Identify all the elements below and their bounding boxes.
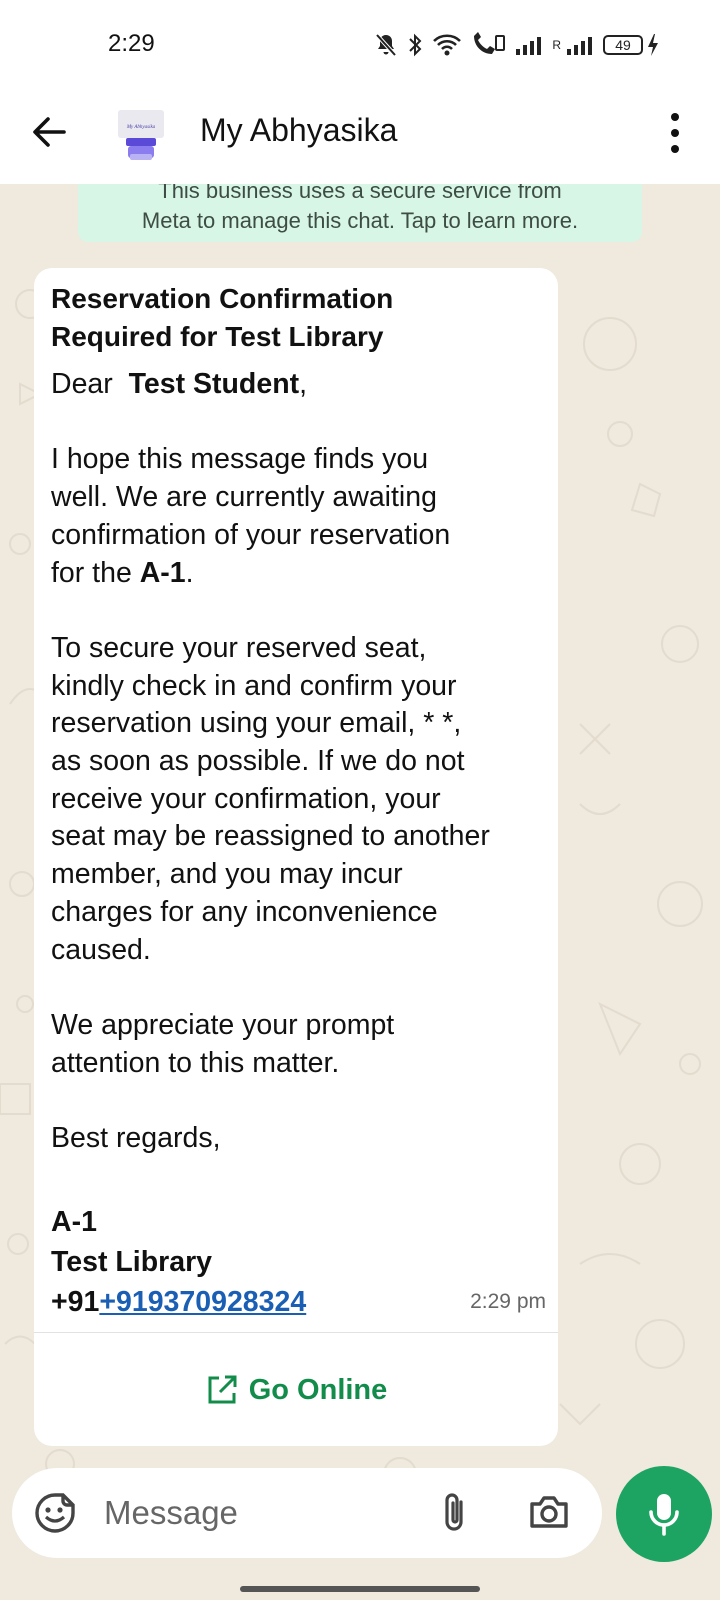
signature: A-1 Test Library +91+919370928324 <box>51 1202 531 1322</box>
body-line: for the A-1. <box>51 555 551 593</box>
student-name: Test Student <box>128 368 300 400</box>
message-body: Dear Test Student, I hope this message f… <box>51 366 551 1158</box>
message-title-line: Reservation Confirmation <box>51 283 394 314</box>
avatar[interactable]: My Abhyasika <box>116 108 166 162</box>
body-line: attention to this matter. <box>51 1046 340 1079</box>
camera-icon[interactable] <box>528 1492 570 1532</box>
message-title: Reservation Confirmation Required for Te… <box>51 280 531 356</box>
avatar-logo-text: My Abhyasika <box>126 125 156 130</box>
notice-line-2: Meta to manage this chat. Tap to learn m… <box>141 208 579 233</box>
sticker-icon[interactable] <box>34 1492 76 1534</box>
gesture-handle[interactable] <box>240 1586 480 1592</box>
phone-link[interactable]: +919370928324 <box>99 1286 306 1318</box>
closing-line: Best regards, <box>51 1122 221 1154</box>
mic-button[interactable] <box>616 1466 712 1562</box>
seat-label: A-1 <box>139 556 186 589</box>
signal-icon <box>516 37 542 55</box>
message-bubble[interactable]: Reservation Confirmation Required for Te… <box>34 268 558 1446</box>
back-arrow-icon[interactable] <box>28 110 72 154</box>
chat-area[interactable]: This business uses a secure service from… <box>0 184 720 1580</box>
battery-level: 49 <box>603 35 643 55</box>
chat-title[interactable]: My Abhyasika <box>200 112 397 149</box>
encryption-notice[interactable]: This business uses a secure service from… <box>78 184 642 242</box>
chat-header: My Abhyasika My Abhyasika <box>0 90 720 184</box>
body-line: charges for any inconvenience <box>51 895 438 928</box>
signal-icon-2 <box>567 37 592 55</box>
signature-library: Test Library <box>51 1246 213 1278</box>
body-line: kindly check in and confirm your <box>51 669 457 702</box>
wifi-icon <box>433 34 462 56</box>
message-composer <box>12 1468 602 1558</box>
greeting-suffix: , <box>299 368 308 400</box>
body-line: member, and you may incur <box>51 858 403 891</box>
wifi-call-icon <box>474 32 506 54</box>
body-line: well. We are currently awaiting <box>51 481 437 514</box>
body-line: caused. <box>51 933 151 966</box>
body-line: as soon as possible. If we do not <box>51 745 465 777</box>
body-line: confirmation of your reservation <box>51 518 451 551</box>
body-line: receive your confirmation, your <box>51 782 441 815</box>
phone-prefix: +91 <box>51 1286 100 1318</box>
roaming-label: R <box>552 38 561 52</box>
notice-line-1: This business uses a secure service from <box>158 184 562 203</box>
more-vert-icon[interactable] <box>660 108 690 158</box>
body-line: seat may be reassigned to another <box>51 820 490 853</box>
signature-seat: A-1 <box>51 1206 97 1238</box>
go-online-label: Go Online <box>248 1373 388 1406</box>
mic-icon <box>649 1494 679 1536</box>
external-link-icon <box>208 1375 237 1404</box>
mute-icon <box>375 33 397 57</box>
body-line: To secure your reserved seat, <box>51 631 427 664</box>
status-time: 2:29 <box>108 30 155 57</box>
message-time: 2:29 pm <box>470 1290 546 1313</box>
bluetooth-icon <box>409 33 422 57</box>
signature-phone: +91+919370928324 <box>51 1282 531 1322</box>
body-line: We appreciate your prompt <box>51 1008 395 1041</box>
body-line: I hope this message finds you <box>51 443 429 476</box>
greeting: Dear Test Student, <box>51 366 551 404</box>
body-text: for the <box>51 556 140 589</box>
charging-icon <box>648 34 658 56</box>
greeting-prefix: Dear <box>51 368 121 400</box>
attach-icon[interactable] <box>437 1490 473 1536</box>
go-online-button[interactable]: Go Online <box>34 1334 558 1446</box>
body-line: reservation using your email, * *, <box>51 707 462 740</box>
battery-icon: 49 <box>603 33 660 57</box>
message-title-line: Required for Test Library <box>51 321 384 352</box>
status-bar: 2:29 R 49 <box>0 0 720 90</box>
status-icons: R 49 <box>374 30 660 60</box>
body-text: . <box>185 556 194 589</box>
message-input[interactable] <box>104 1490 404 1536</box>
divider <box>34 1332 558 1333</box>
